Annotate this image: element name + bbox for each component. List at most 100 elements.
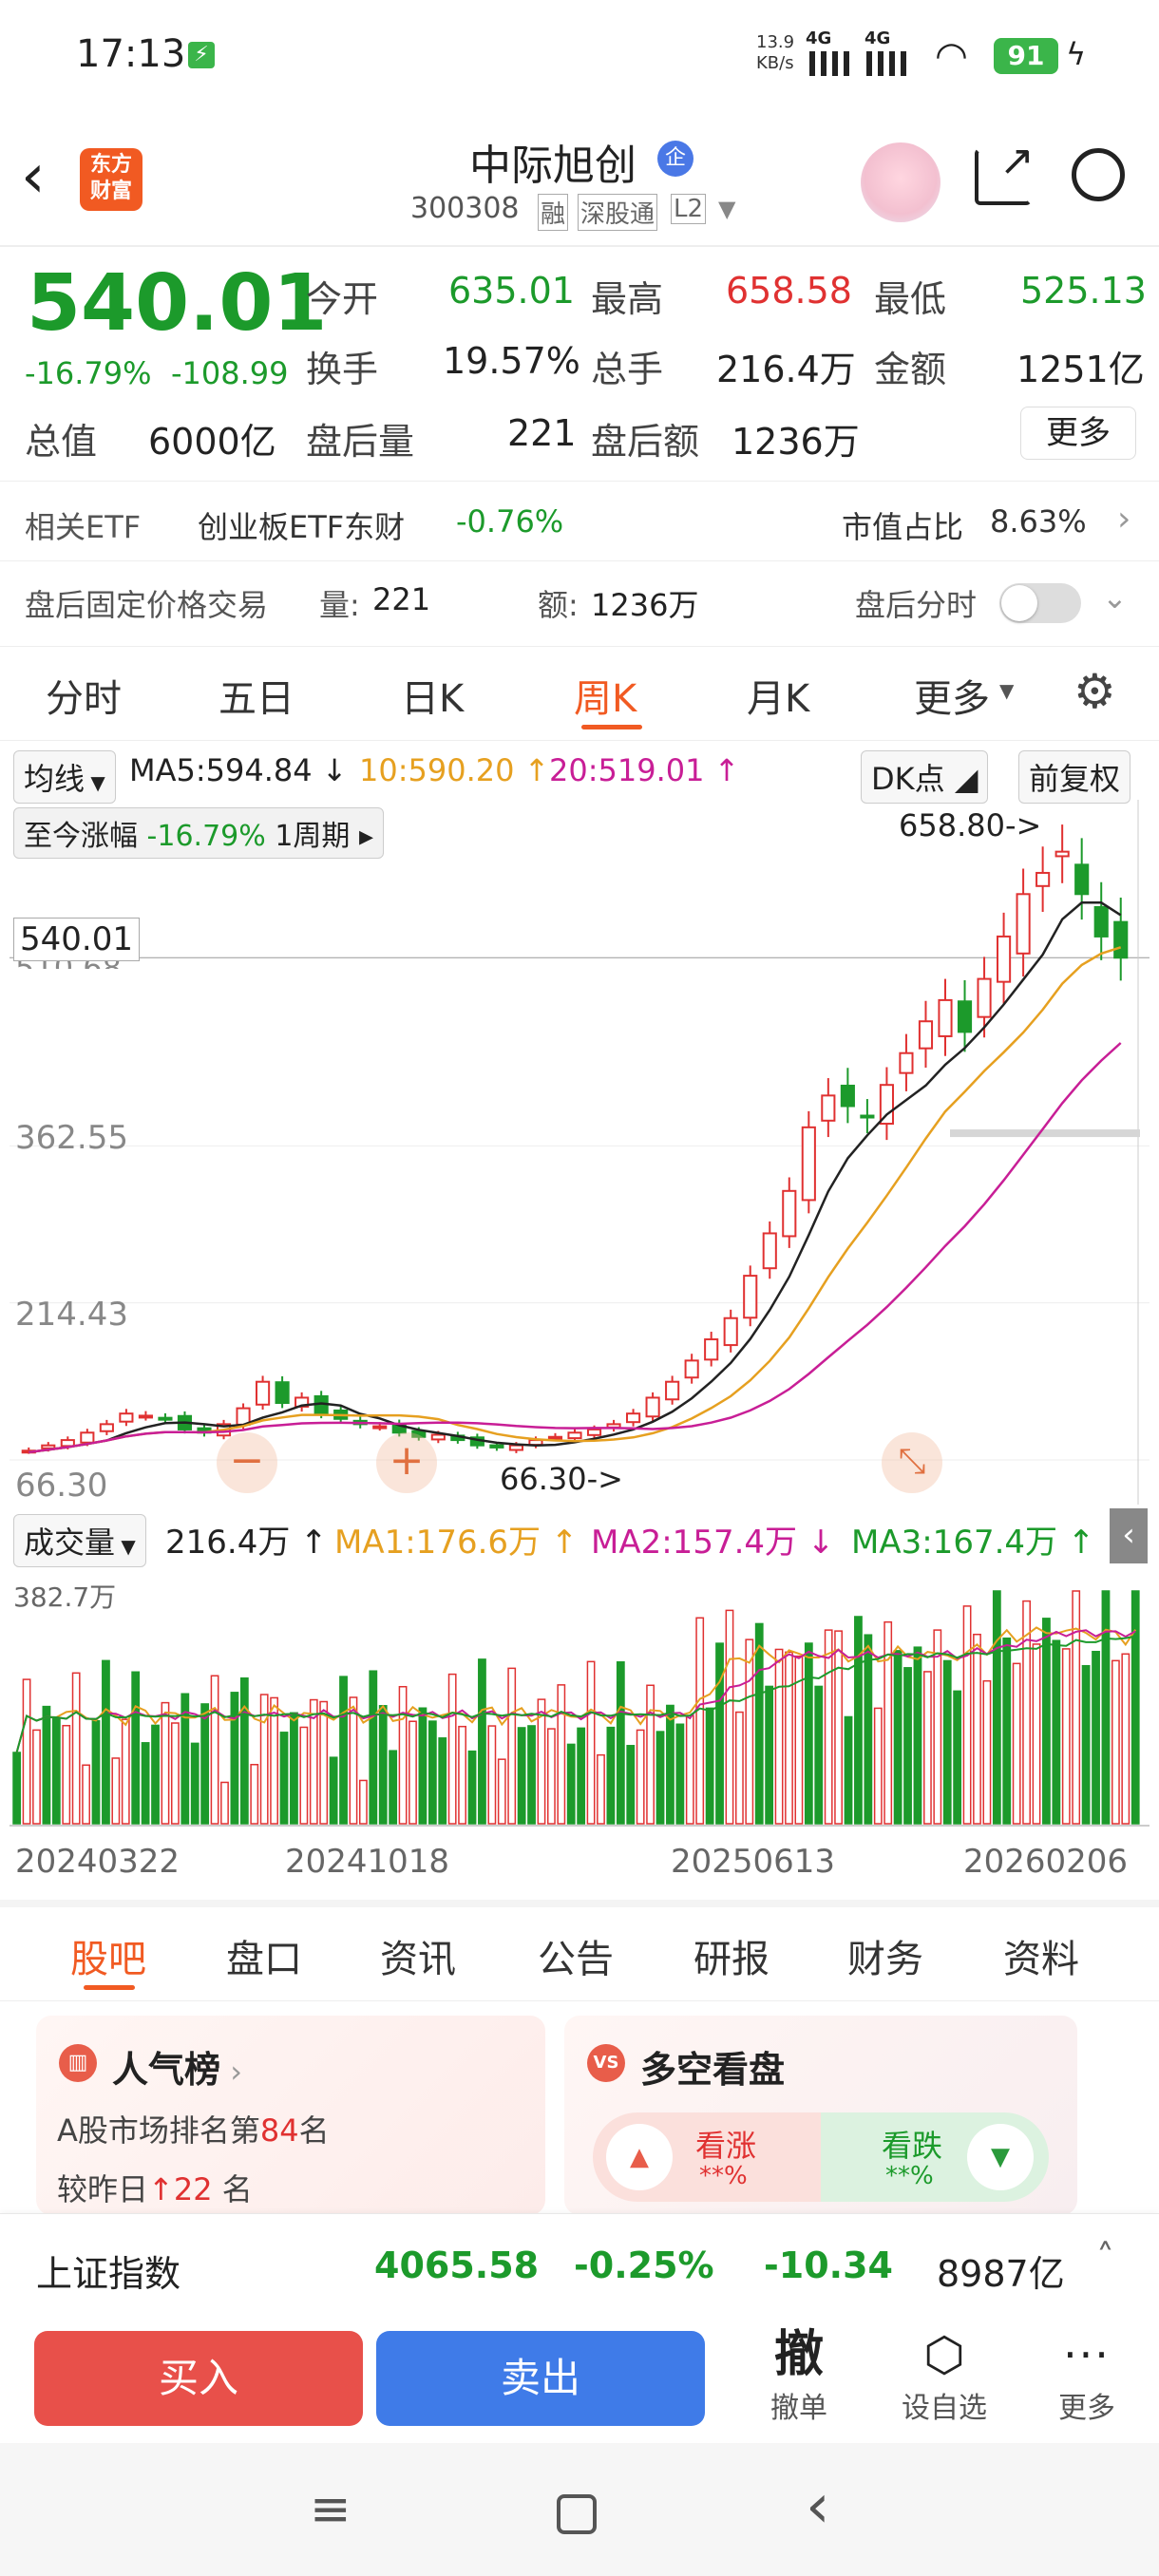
volume-bar xyxy=(785,1651,793,1825)
kline-chart[interactable] xyxy=(10,800,1150,1505)
volume-max-label: 382.7万 xyxy=(13,1582,117,1613)
tab-caiwu[interactable]: 财务 xyxy=(847,1928,923,1983)
range-chip[interactable]: 至今涨幅 -16.79% 1周期 ▸ xyxy=(13,807,385,859)
volume-label: 总手 xyxy=(591,349,664,390)
ma10-value: 10:590.20 ↑ xyxy=(359,752,550,788)
ma-select[interactable]: 均线 ▼ xyxy=(13,750,116,804)
index-pct: -0.25% xyxy=(574,2245,714,2286)
gear-icon[interactable]: ⚙ xyxy=(1074,664,1116,719)
candle xyxy=(508,1444,523,1451)
volume-bar xyxy=(745,1638,754,1825)
status-time: 17:13 xyxy=(76,32,186,76)
dk-point-button[interactable]: DK点 ◢ xyxy=(861,750,989,804)
ma20-line xyxy=(28,1042,1122,1454)
charging-bolt-icon: ϟ xyxy=(1066,36,1087,72)
more-button[interactable]: 更多 xyxy=(1020,407,1136,460)
vote-down-button[interactable]: 看跌 **% ▼ xyxy=(821,2112,1049,2202)
tab-zixun[interactable]: 资讯 xyxy=(380,1928,456,1983)
popularity-rank: A股市场排名第84名 xyxy=(57,2112,330,2149)
tab-yanbao[interactable]: 研报 xyxy=(694,1928,770,1983)
vol-ma2: MA2:157.4万 ↓ xyxy=(591,1524,835,1562)
tab-more[interactable]: 更多 xyxy=(914,668,990,723)
assistant-avatar[interactable] xyxy=(861,142,940,222)
zoom-in-icon[interactable]: + xyxy=(376,1432,437,1493)
back-icon[interactable]: ‹ xyxy=(21,146,46,207)
app-logo: 东方 财富 xyxy=(80,148,142,211)
index-bar[interactable]: 上证指数 4065.58 -0.25% -10.34 8987亿 ˄ xyxy=(0,2213,1159,2316)
volume-bar xyxy=(527,1725,536,1825)
dropdown-icon[interactable]: ▼ xyxy=(718,196,735,222)
more-actions-label: 更多 xyxy=(1058,2392,1115,2425)
volume-bar xyxy=(1012,1662,1021,1825)
tab-gonggao[interactable]: 公告 xyxy=(538,1928,614,1983)
back-nav-icon[interactable]: ‹ xyxy=(806,2472,830,2542)
chevron-down-icon[interactable]: ⌄ xyxy=(1102,579,1128,616)
volume-bar xyxy=(131,1671,141,1825)
home-icon[interactable] xyxy=(557,2494,597,2534)
ma20-value: 20:519.01 ↑ xyxy=(549,752,740,788)
chevron-right-icon[interactable]: › xyxy=(1117,500,1130,539)
candle xyxy=(645,1396,660,1418)
tab-rik[interactable]: 日K xyxy=(401,668,464,723)
volume-bar xyxy=(705,1707,714,1825)
chevron-up-icon[interactable]: ˄ xyxy=(1096,2237,1114,2279)
add-watchlist-label: 设自选 xyxy=(902,2392,987,2425)
signal-icon: 4G 4G xyxy=(806,28,910,76)
volume-bar xyxy=(1092,1650,1100,1825)
after-hours-label: 盘后固定价格交易 xyxy=(25,587,269,623)
volume-bar xyxy=(497,1758,506,1825)
candle xyxy=(938,998,953,1037)
turnover-value: 19.57% xyxy=(443,340,580,382)
etf-name[interactable]: 创业板ETF东财 xyxy=(198,503,405,547)
candle xyxy=(977,977,992,1018)
indicator-select[interactable]: 成交量 ▼ xyxy=(13,1514,146,1567)
volume-bar xyxy=(922,1671,932,1825)
search-icon[interactable] xyxy=(1072,148,1125,201)
volume-bar xyxy=(656,1731,665,1825)
cancel-order-button[interactable]: 撤 撤单 xyxy=(756,2325,842,2439)
net-speed-unit: KB/s xyxy=(756,53,794,73)
more-actions-button[interactable]: ··· 更多 xyxy=(1041,2325,1132,2439)
volume-bar xyxy=(854,1616,863,1825)
range-pct: -16.79% xyxy=(146,820,266,853)
vote-up-button[interactable]: ▲ 看涨 **% xyxy=(593,2112,821,2202)
tab-zhouk[interactable]: 周K xyxy=(574,668,636,723)
tab-fenshi[interactable]: 分时 xyxy=(46,668,122,723)
tab-guba[interactable]: 股吧 xyxy=(70,1928,146,1983)
ma5-line xyxy=(28,901,1122,1454)
volume-bar xyxy=(597,1753,605,1825)
after-vol-value: 221 xyxy=(507,412,577,454)
y-axis-tick-2: 214.43 xyxy=(15,1296,128,1334)
tab-wuri[interactable]: 五日 xyxy=(218,668,294,723)
volume-bar xyxy=(1042,1618,1051,1825)
long-short-card[interactable]: VS 多空看盘 ▲ 看涨 **% 看跌 **% ▼ xyxy=(564,2016,1077,2215)
tab-yuek[interactable]: 月K xyxy=(747,668,809,723)
candle xyxy=(489,1444,504,1449)
candle xyxy=(957,1000,973,1033)
volume-bar xyxy=(438,1737,447,1825)
add-watchlist-button[interactable]: ⬡ 设自选 xyxy=(887,2325,1001,2439)
volume-bar xyxy=(290,1712,298,1825)
collapse-panel-icon[interactable]: ‹ xyxy=(1110,1508,1148,1563)
candle xyxy=(80,1431,95,1444)
tab-ziliao[interactable]: 资料 xyxy=(1003,1928,1079,1983)
net-speed-value: 13.9 xyxy=(756,32,795,52)
sell-button[interactable]: 卖出 xyxy=(376,2331,705,2426)
fullscreen-icon[interactable]: ⤡ xyxy=(882,1432,942,1493)
buy-button[interactable]: 买入 xyxy=(34,2331,363,2426)
candle xyxy=(138,1414,153,1419)
candle xyxy=(1074,863,1090,896)
fenshi-toggle[interactable] xyxy=(999,583,1081,623)
after-amt-value: 1236万 xyxy=(732,421,860,463)
popularity-card[interactable]: ▥ 人气榜 › A股市场排名第84名 较昨日↑22 名 xyxy=(36,2016,545,2215)
volume-bar xyxy=(369,1670,378,1825)
tab-pankou[interactable]: 盘口 xyxy=(226,1928,302,1983)
volume-bar xyxy=(913,1646,922,1825)
menu-icon[interactable]: ≡ xyxy=(310,2481,352,2538)
battery-icon: 91 xyxy=(994,38,1058,74)
fuquan-button[interactable]: 前复权 xyxy=(1018,750,1131,804)
zoom-out-icon[interactable]: − xyxy=(217,1432,277,1493)
etf-pct: -0.76% xyxy=(456,503,564,540)
candle xyxy=(256,1380,271,1406)
volume-bar xyxy=(1052,1639,1061,1825)
